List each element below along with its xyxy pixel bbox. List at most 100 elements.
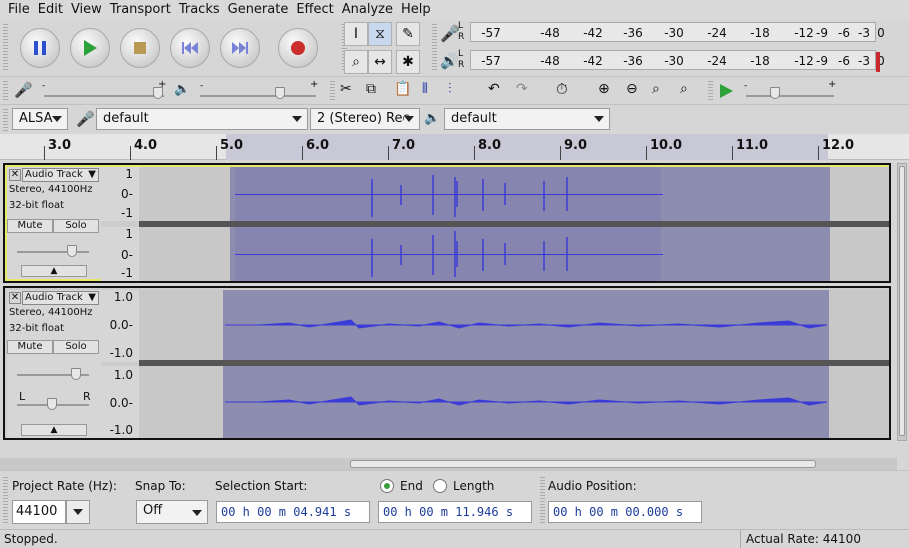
- audio-track-2[interactable]: ✕ Audio Track ▼ Stereo, 44100Hz 32-bit fl…: [3, 286, 891, 440]
- menu-help[interactable]: Help: [397, 0, 435, 20]
- solo-button[interactable]: Solo: [53, 219, 99, 233]
- fit-project-icon[interactable]: ⌕: [680, 81, 688, 97]
- slider-plus: +: [828, 79, 837, 90]
- draw-tool-button[interactable]: ✎: [396, 22, 420, 46]
- toolbar-grip[interactable]: [3, 109, 8, 131]
- zoom-out-icon[interactable]: ⊖: [626, 81, 638, 97]
- horizontal-scrollbar[interactable]: [0, 458, 897, 470]
- meter-tick-label: -36: [623, 54, 643, 68]
- fit-selection-icon[interactable]: ⌕: [652, 81, 660, 97]
- record-volume-track[interactable]: [44, 95, 164, 97]
- envelope-tool-button[interactable]: ⧖: [368, 22, 392, 46]
- length-radio[interactable]: [433, 479, 447, 493]
- tools-toolbar: I ⧖ ✎ ⌕ ↔ ✱: [340, 20, 430, 76]
- horizontal-scrollbar-thumb[interactable]: [350, 460, 816, 468]
- playback-meter[interactable]: -57 -48 -42 -36 -30 -24 -18 -12 -9 -6 -3 0: [470, 50, 885, 70]
- undo-icon[interactable]: ↶: [488, 81, 500, 97]
- snap-to-select[interactable]: Off: [136, 500, 208, 524]
- trim-icon[interactable]: ⫴: [422, 81, 428, 97]
- waveform-channel-left[interactable]: [139, 290, 889, 360]
- close-track-icon[interactable]: ✕: [9, 292, 21, 304]
- toolbar-grip[interactable]: [3, 24, 8, 72]
- recording-device-select[interactable]: default: [96, 108, 308, 130]
- playback-device-select[interactable]: default: [444, 108, 610, 130]
- end-radio[interactable]: [380, 479, 394, 493]
- silence-icon[interactable]: ⫶: [448, 81, 452, 97]
- pan-slider-thumb[interactable]: [47, 398, 57, 410]
- collapse-track-button[interactable]: ▲: [21, 424, 87, 436]
- waveform-channel-left[interactable]: [139, 167, 889, 221]
- play-button[interactable]: [70, 28, 110, 68]
- zoom-tool-button[interactable]: ⌕: [344, 50, 368, 74]
- menu-edit[interactable]: Edit: [34, 0, 67, 20]
- menu-transport[interactable]: Transport: [106, 0, 175, 20]
- audio-position-field[interactable]: 00 h 00 m 00.000 s: [548, 501, 702, 523]
- stop-button[interactable]: [120, 28, 160, 68]
- toolbar-grip[interactable]: [540, 477, 545, 525]
- mute-button[interactable]: Mute: [7, 340, 53, 354]
- playback-meter-icon[interactable]: 🔊: [440, 52, 459, 70]
- waveform-channel-right[interactable]: [139, 227, 889, 281]
- copy-icon[interactable]: ⧉: [366, 81, 376, 97]
- track-menu-button[interactable]: Audio Track ▼: [22, 168, 99, 182]
- audio-position-value: 00 h 00 m 00.000 s: [553, 505, 684, 519]
- toolbar-grip[interactable]: [3, 81, 8, 101]
- menu-tracks[interactable]: Tracks: [175, 0, 224, 20]
- menu-file[interactable]: File: [4, 0, 34, 20]
- redo-icon[interactable]: ↷: [516, 81, 528, 97]
- track-menu-button[interactable]: Audio Track ▼: [22, 291, 99, 305]
- multi-tool-button[interactable]: ✱: [396, 50, 420, 74]
- play-speed-track[interactable]: [746, 95, 834, 97]
- amplitude-scale: 1 0- -1: [101, 167, 139, 221]
- menu-effect[interactable]: Effect: [292, 0, 337, 20]
- menu-analyze[interactable]: Analyze: [338, 0, 397, 20]
- ruler-tick: [302, 146, 303, 160]
- timeline-ruler[interactable]: 3.0 4.0 5.0 6.0 7.0 8.0 9.0 10.0 11.0 12.0: [0, 134, 909, 160]
- collapse-track-button[interactable]: ▲: [21, 265, 87, 277]
- gain-slider-thumb[interactable]: [71, 368, 81, 380]
- project-rate-dropdown[interactable]: [66, 500, 90, 524]
- menu-view[interactable]: View: [67, 0, 106, 20]
- chevron-down-icon: ▼: [88, 292, 96, 303]
- selection-end-field[interactable]: 00 h 00 m 11.946 s: [378, 501, 532, 523]
- time-shift-tool-button[interactable]: ↔: [368, 50, 392, 74]
- toolbar-grip[interactable]: [432, 24, 437, 72]
- record-meter[interactable]: -57 -48 -42 -36 -30 -24 -18 -12 -9 -6 -3 0: [470, 22, 885, 42]
- zoom-in-icon[interactable]: ⊕: [598, 81, 610, 97]
- record-meter-icon[interactable]: 🎤: [440, 24, 460, 43]
- cut-icon[interactable]: ✂: [340, 81, 352, 97]
- solo-button[interactable]: Solo: [53, 340, 99, 354]
- toolbar-grip[interactable]: [330, 81, 335, 101]
- play-speed-thumb[interactable]: [770, 87, 780, 99]
- length-label: Length: [453, 479, 495, 493]
- gain-slider-thumb[interactable]: [67, 245, 77, 257]
- selection-start-field[interactable]: 00 h 00 m 04.941 s: [216, 501, 370, 523]
- play-at-speed-icon[interactable]: [718, 83, 734, 99]
- skip-to-end-button[interactable]: [220, 28, 260, 68]
- mute-button[interactable]: Mute: [7, 219, 53, 233]
- toolbar-grip[interactable]: [3, 477, 8, 525]
- vertical-scrollbar[interactable]: [897, 163, 907, 441]
- toolbar-grip[interactable]: [708, 81, 713, 101]
- pause-button[interactable]: [20, 28, 60, 68]
- audio-track-1[interactable]: ✕ Audio Track ▼ Stereo, 44100Hz 32-bit fl…: [3, 163, 891, 283]
- playback-volume-track[interactable]: [200, 95, 316, 97]
- skip-to-start-button[interactable]: [170, 28, 210, 68]
- project-rate-field[interactable]: 44100: [12, 500, 66, 524]
- sync-lock-icon[interactable]: ⏱: [556, 80, 568, 98]
- waveform-channel-right[interactable]: [139, 366, 889, 438]
- gain-slider-track[interactable]: [17, 251, 89, 253]
- scale-label: -1: [121, 266, 133, 280]
- close-track-icon[interactable]: ✕: [9, 169, 21, 181]
- menu-generate[interactable]: Generate: [224, 0, 293, 20]
- selection-tool-button[interactable]: I: [344, 22, 368, 46]
- recording-channels-select[interactable]: 2 (Stereo) Rec: [310, 108, 420, 130]
- playback-volume-thumb[interactable]: [275, 87, 285, 99]
- vertical-scrollbar-thumb[interactable]: [899, 166, 905, 436]
- paste-icon[interactable]: 📋: [394, 81, 411, 97]
- record-button[interactable]: [278, 28, 318, 68]
- audio-host-select[interactable]: ALSA: [12, 108, 68, 130]
- record-volume-thumb[interactable]: [153, 87, 163, 99]
- slider-minus: -: [200, 81, 204, 91]
- meter-tick-label: -30: [664, 54, 684, 68]
